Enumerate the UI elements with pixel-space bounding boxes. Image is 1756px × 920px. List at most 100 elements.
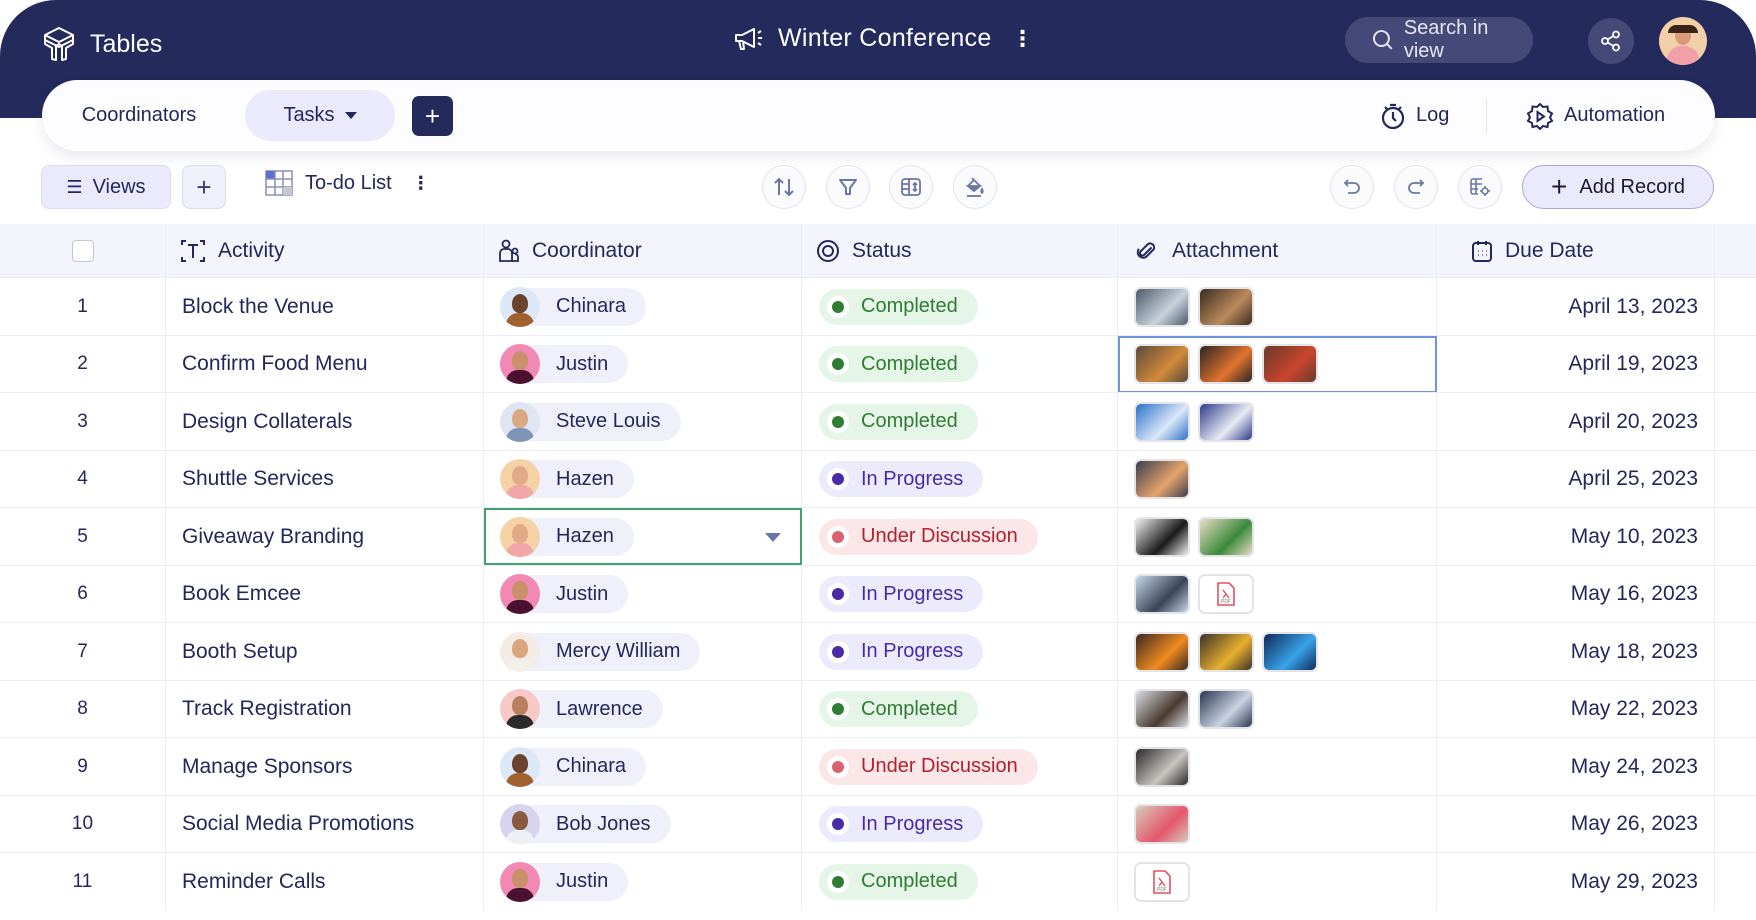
due-date-cell[interactable]: April 13, 2023 (1437, 278, 1715, 335)
activity-cell[interactable]: Reminder Calls (166, 853, 484, 910)
activity-cell[interactable]: Block the Venue (166, 278, 484, 335)
status-cell[interactable]: Completed (802, 393, 1118, 450)
coordinator-chip[interactable]: Bob Jones (500, 804, 671, 844)
attachment-image-thumbnail[interactable] (1198, 344, 1254, 384)
column-header-activity[interactable]: Activity (166, 224, 484, 277)
due-date-cell[interactable]: May 16, 2023 (1437, 565, 1715, 623)
coordinator-cell[interactable]: Mercy William (484, 623, 802, 680)
attachment-cell[interactable] (1118, 450, 1437, 508)
tab-tasks[interactable]: Tasks (245, 90, 395, 141)
table-row[interactable]: 4 Shuttle Services Hazen In Progress Apr… (0, 449, 1756, 508)
share-button[interactable] (1588, 18, 1634, 64)
attachment-image-thumbnail[interactable] (1134, 574, 1190, 614)
status-cell[interactable]: Under Discussion (802, 508, 1118, 565)
attachment-image-thumbnail[interactable] (1262, 631, 1318, 672)
attachment-image-thumbnail[interactable] (1198, 631, 1254, 672)
due-date-cell[interactable]: May 10, 2023 (1437, 508, 1715, 565)
coordinator-cell[interactable]: Steve Louis (484, 393, 802, 450)
table-row[interactable]: 9 Manage Sponsors Chinara Under Discussi… (0, 737, 1756, 795)
project-title-area[interactable]: Winter Conference ⋮ (734, 24, 1034, 53)
attachment-image-thumbnail[interactable] (1134, 746, 1190, 787)
current-view[interactable]: To-do List ⋮ (265, 170, 430, 196)
coordinator-chip[interactable]: Justin (500, 861, 629, 902)
tab-coordinators[interactable]: Coordinators (66, 90, 212, 141)
coordinator-cell[interactable]: Hazen (484, 508, 802, 565)
coordinator-cell[interactable]: Justin (484, 335, 802, 393)
activity-cell[interactable]: Shuttle Services (166, 450, 484, 508)
activity-cell[interactable]: Track Registration (166, 680, 484, 738)
redo-button[interactable] (1394, 165, 1438, 209)
status-cell[interactable]: Completed (802, 278, 1118, 335)
attachment-cell[interactable] (1118, 680, 1437, 738)
attachment-image-thumbnail[interactable] (1134, 689, 1190, 729)
attachment-cell[interactable] (1118, 795, 1437, 853)
activity-cell[interactable]: Booth Setup (166, 623, 484, 680)
more-vertical-icon[interactable]: ⋮ (1012, 26, 1034, 52)
user-avatar[interactable] (1659, 17, 1707, 65)
attachment-image-thumbnail[interactable] (1198, 401, 1254, 442)
attachment-image-thumbnail[interactable] (1134, 459, 1190, 499)
coordinator-cell[interactable]: Hazen (484, 450, 802, 508)
coordinator-cell[interactable]: Lawrence (484, 680, 802, 738)
row-height-button[interactable] (889, 165, 933, 209)
table-row[interactable]: 5 Giveaway Branding Hazen Under Discussi… (0, 507, 1756, 565)
column-header-due-date[interactable]: Due Date (1437, 224, 1715, 277)
status-cell[interactable]: Under Discussion (802, 738, 1118, 795)
attachment-cell[interactable] (1118, 623, 1437, 680)
add-table-button[interactable]: + (412, 96, 453, 136)
add-view-button[interactable]: + (182, 165, 226, 209)
coordinator-chip[interactable]: Mercy William (500, 631, 701, 672)
due-date-cell[interactable]: April 25, 2023 (1437, 450, 1715, 508)
coordinator-chip[interactable]: Hazen (500, 459, 634, 499)
attachment-image-thumbnail[interactable] (1134, 516, 1190, 557)
coordinator-chip[interactable]: Lawrence (500, 689, 663, 729)
attachment-cell[interactable]: PDF (1118, 853, 1437, 910)
coordinator-cell[interactable]: Chinara (484, 738, 802, 795)
status-cell[interactable]: Completed (802, 335, 1118, 393)
attachment-cell[interactable]: PDF (1118, 565, 1437, 623)
table-row[interactable]: 2 Confirm Food Menu Justin Completed Apr… (0, 334, 1756, 393)
attachment-pdf-thumbnail[interactable]: PDF (1134, 861, 1190, 902)
column-header-attachment[interactable]: Attachment (1118, 224, 1437, 277)
table-row[interactable]: 1 Block the Venue Chinara Completed Apri… (0, 277, 1756, 335)
coordinator-chip[interactable]: Chinara (500, 746, 647, 787)
activity-cell[interactable]: Manage Sponsors (166, 738, 484, 795)
due-date-cell[interactable]: April 20, 2023 (1437, 393, 1715, 450)
attachment-cell[interactable] (1118, 393, 1437, 450)
attachment-image-thumbnail[interactable] (1198, 516, 1254, 557)
status-cell[interactable]: In Progress (802, 623, 1118, 680)
attachment-image-thumbnail[interactable] (1198, 286, 1254, 327)
due-date-cell[interactable]: April 19, 2023 (1437, 335, 1715, 393)
attachment-cell[interactable] (1118, 335, 1437, 393)
automation-button[interactable]: Automation (1526, 90, 1665, 141)
coordinator-cell[interactable]: Justin (484, 565, 802, 623)
attachment-image-thumbnail[interactable] (1134, 631, 1190, 672)
attachment-cell[interactable] (1118, 738, 1437, 795)
chevron-down-icon[interactable] (765, 533, 781, 542)
status-cell[interactable]: In Progress (802, 565, 1118, 623)
status-cell[interactable]: In Progress (802, 450, 1118, 508)
table-row[interactable]: 11 Reminder Calls Justin Completed PDF M… (0, 852, 1756, 910)
coordinator-cell[interactable]: Chinara (484, 278, 802, 335)
table-row[interactable]: 8 Track Registration Lawrence Completed (0, 679, 1756, 738)
color-fill-button[interactable] (953, 165, 997, 209)
attachment-image-thumbnail[interactable] (1134, 286, 1190, 327)
column-header-coordinator[interactable]: Coordinator (484, 224, 802, 277)
attachment-cell[interactable] (1118, 508, 1437, 565)
due-date-cell[interactable]: May 26, 2023 (1437, 795, 1715, 853)
coordinator-chip[interactable]: Hazen (500, 516, 634, 557)
attachment-cell[interactable] (1118, 278, 1437, 335)
status-cell[interactable]: In Progress (802, 795, 1118, 853)
activity-cell[interactable]: Design Collaterals (166, 393, 484, 450)
search-input[interactable]: Search in view (1345, 17, 1533, 63)
select-all-checkbox[interactable] (71, 239, 94, 262)
coordinator-chip[interactable]: Justin (500, 344, 629, 384)
log-button[interactable]: Log (1380, 90, 1449, 141)
due-date-cell[interactable]: May 29, 2023 (1437, 853, 1715, 910)
coordinator-chip[interactable]: Chinara (500, 286, 647, 327)
coordinator-chip[interactable]: Steve Louis (500, 401, 681, 442)
attachment-image-thumbnail[interactable] (1134, 804, 1190, 844)
views-button[interactable]: ☰ Views (41, 165, 171, 209)
coordinator-cell[interactable]: Bob Jones (484, 795, 802, 853)
add-record-button[interactable]: + Add Record (1522, 165, 1714, 209)
